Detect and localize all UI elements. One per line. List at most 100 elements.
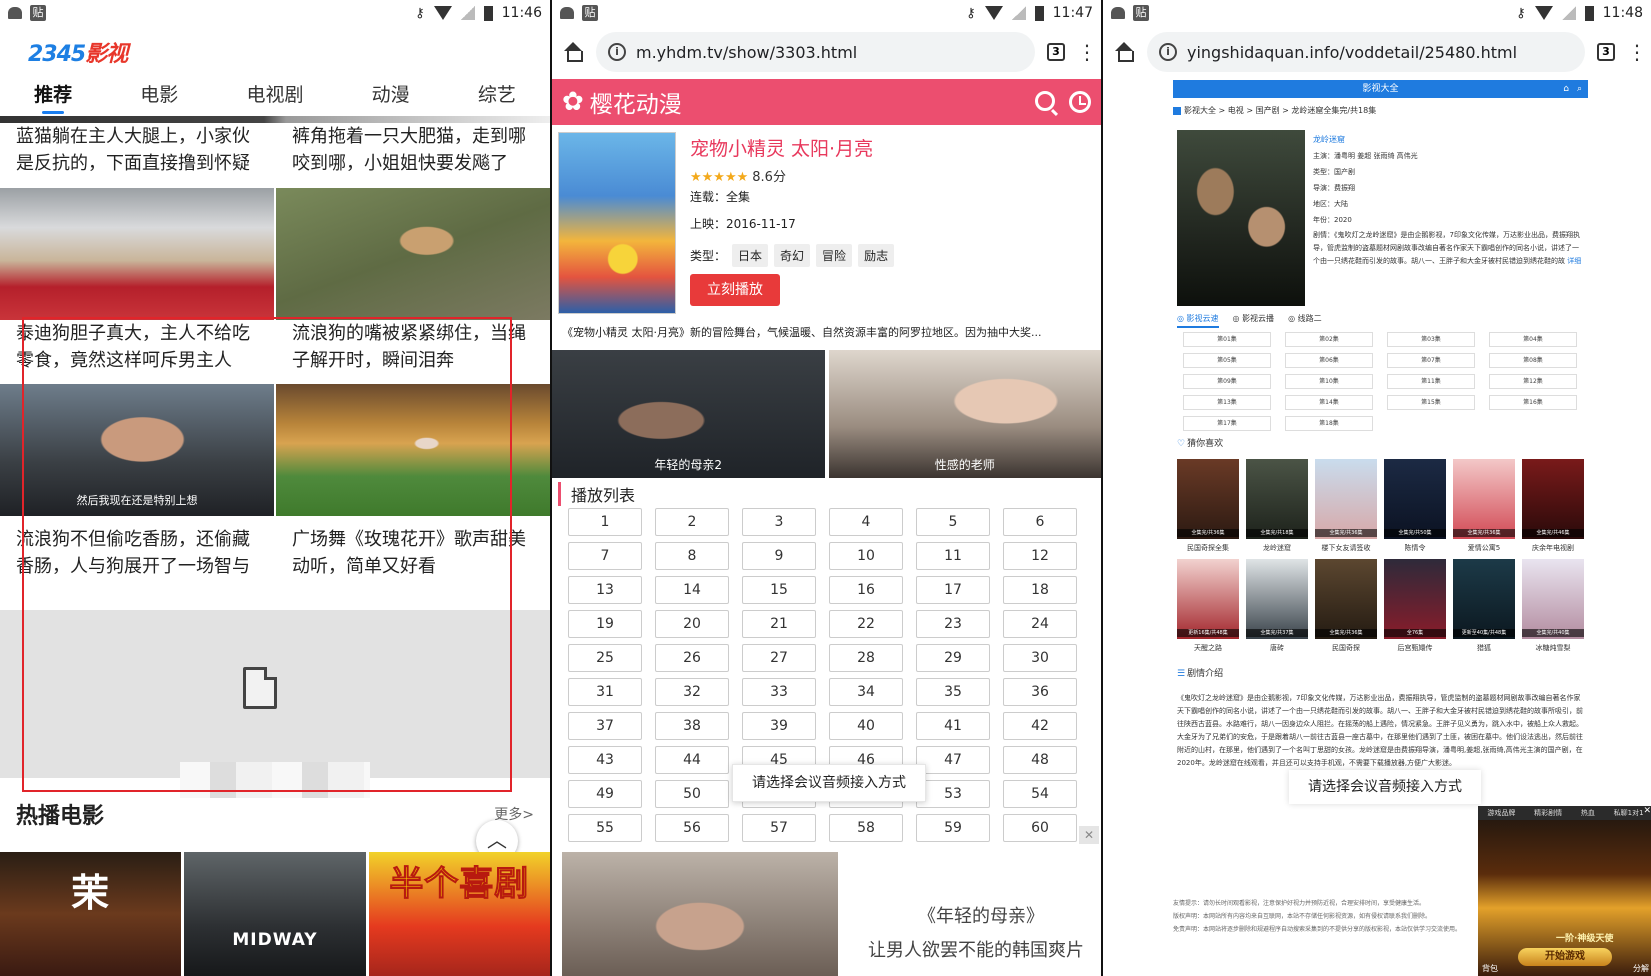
ad-banner[interactable]: 年轻的母亲2: [552, 350, 825, 478]
home-icon[interactable]: ⌂: [1563, 80, 1569, 98]
episode-button[interactable]: 56: [655, 814, 729, 842]
episode-button[interactable]: 21: [742, 610, 816, 638]
recommendation-item[interactable]: 更新至40集/共48集 猎狐: [1453, 559, 1515, 653]
tab-recommend[interactable]: 推荐: [26, 80, 80, 114]
episode-button[interactable]: 37: [568, 712, 642, 740]
episode-button[interactable]: 第01集: [1183, 332, 1271, 347]
recommendation-item[interactable]: 全集完/共36集 民国奇探全集: [1177, 459, 1239, 553]
episode-button[interactable]: 第14集: [1285, 395, 1373, 410]
tab-switcher-button[interactable]: 3: [1047, 43, 1065, 61]
source-tab[interactable]: ◎ 影视云播: [1233, 313, 1275, 328]
genre-tag[interactable]: 日本: [732, 244, 769, 267]
movie-poster[interactable]: 半个喜剧: [368, 852, 550, 976]
feed-item[interactable]: 裤角拖着一只大肥猫，走到哪咬到哪，小姐姐快要发飚了: [276, 123, 550, 181]
source-tab[interactable]: ◎ 影视云速: [1177, 313, 1219, 328]
episode-button[interactable]: 23: [916, 610, 990, 638]
episode-button[interactable]: 30: [1003, 644, 1077, 672]
tab-switcher-button[interactable]: 3: [1597, 43, 1615, 61]
episode-button[interactable]: 12: [1003, 542, 1077, 570]
recommendation-item[interactable]: 全集完/共36集 楼下女友请签收: [1315, 459, 1377, 553]
genre-tag[interactable]: 冒险: [816, 244, 853, 267]
episode-button[interactable]: 50: [655, 780, 729, 808]
app-logo[interactable]: 2345影视: [28, 36, 128, 68]
site-title[interactable]: 影视大全: [1362, 84, 1398, 94]
episode-button[interactable]: 60: [1003, 814, 1077, 842]
breadcrumb-text[interactable]: 影视大全 > 电视 > 国产剧 > 龙岭迷窟全集完/共18集: [1184, 106, 1376, 115]
episode-button[interactable]: 31: [568, 678, 642, 706]
overflow-menu-icon[interactable]: ⋮: [1627, 42, 1647, 62]
detail-link[interactable]: 详细: [1567, 257, 1581, 265]
episode-button[interactable]: 34: [829, 678, 903, 706]
recommendation-item[interactable]: 全集完/共18集 龙岭迷窟: [1246, 459, 1308, 553]
tab-movies[interactable]: 电影: [132, 80, 186, 107]
episode-button[interactable]: 5: [916, 508, 990, 536]
episode-button[interactable]: 第07集: [1387, 353, 1475, 368]
recommendation-item[interactable]: 全集完/共36集 民国奇探: [1315, 559, 1377, 653]
episode-button[interactable]: 15: [742, 576, 816, 604]
episode-button[interactable]: 第02集: [1285, 332, 1373, 347]
ad-banner[interactable]: 性感的老师: [828, 350, 1101, 478]
recommendation-item[interactable]: 全76集 后宫甄嬛传: [1384, 559, 1446, 653]
close-icon[interactable]: ✕: [1643, 806, 1651, 816]
episode-button[interactable]: 14: [655, 576, 729, 604]
episode-button[interactable]: 22: [829, 610, 903, 638]
episode-button[interactable]: 16: [829, 576, 903, 604]
episode-button[interactable]: 58: [829, 814, 903, 842]
episode-button[interactable]: 第09集: [1183, 374, 1271, 389]
info-icon[interactable]: i: [608, 43, 626, 61]
start-game-button[interactable]: 开始游戏: [1518, 948, 1612, 966]
episode-button[interactable]: 第06集: [1285, 353, 1373, 368]
episode-button[interactable]: 19: [568, 610, 642, 638]
tab-anime[interactable]: 动漫: [364, 80, 418, 107]
episode-button[interactable]: 49: [568, 780, 642, 808]
episode-button[interactable]: 第03集: [1387, 332, 1475, 347]
episode-button[interactable]: 3: [742, 508, 816, 536]
source-tab[interactable]: ◎ 线路二: [1288, 313, 1322, 328]
episode-button[interactable]: 第04集: [1489, 332, 1577, 347]
episode-button[interactable]: 35: [916, 678, 990, 706]
episode-button[interactable]: 第16集: [1489, 395, 1577, 410]
overflow-menu-icon[interactable]: ⋮: [1077, 42, 1097, 62]
recommendation-item[interactable]: 全集完/共40集 冰糖炖雪梨: [1522, 559, 1584, 653]
episode-button[interactable]: 32: [655, 678, 729, 706]
address-bar[interactable]: i m.yhdm.tv/show/3303.html: [596, 32, 1035, 72]
feed-thumbnail[interactable]: [0, 188, 274, 320]
address-bar[interactable]: i yingshidaquan.info/voddetail/25480.htm…: [1147, 32, 1585, 72]
episode-button[interactable]: 6: [1003, 508, 1077, 536]
episode-button[interactable]: 26: [655, 644, 729, 672]
episode-button[interactable]: 43: [568, 746, 642, 774]
episode-button[interactable]: 40: [829, 712, 903, 740]
tab-tv-series[interactable]: 电视剧: [238, 80, 311, 107]
play-now-button[interactable]: 立刻播放: [690, 274, 780, 306]
episode-button[interactable]: 2: [655, 508, 729, 536]
episode-button[interactable]: 11: [916, 542, 990, 570]
game-ad-tab[interactable]: 热血: [1581, 806, 1595, 820]
episode-button[interactable]: 33: [742, 678, 816, 706]
episode-button[interactable]: 38: [655, 712, 729, 740]
close-ad-icon[interactable]: ✕: [1079, 826, 1099, 844]
episode-button[interactable]: 28: [829, 644, 903, 672]
episode-button[interactable]: 18: [1003, 576, 1077, 604]
episode-button[interactable]: 4: [829, 508, 903, 536]
site-brand[interactable]: 樱花动漫: [590, 85, 682, 119]
home-icon[interactable]: [1113, 41, 1135, 63]
episode-button[interactable]: 第15集: [1387, 395, 1475, 410]
episode-button[interactable]: 25: [568, 644, 642, 672]
episode-button[interactable]: 第18集: [1285, 416, 1373, 431]
history-icon[interactable]: [1069, 91, 1091, 113]
game-ad-tab[interactable]: 私聊1对1: [1614, 806, 1644, 820]
home-icon[interactable]: [562, 41, 584, 63]
game-ad-tab[interactable]: 游戏品牌: [1487, 806, 1515, 820]
episode-button[interactable]: 13: [568, 576, 642, 604]
episode-button[interactable]: 第05集: [1183, 353, 1271, 368]
search-icon[interactable]: [1035, 91, 1055, 111]
recommendation-item[interactable]: 更新16集/共48集 天醒之路: [1177, 559, 1239, 653]
info-icon[interactable]: i: [1159, 43, 1177, 61]
episode-button[interactable]: 53: [916, 780, 990, 808]
feed-item[interactable]: 蓝猫躺在主人大腿上，小家伙是反抗的，下面直接撸到怀疑: [0, 123, 274, 181]
movie-poster[interactable]: 茉: [0, 852, 182, 976]
episode-button[interactable]: 48: [1003, 746, 1077, 774]
episode-button[interactable]: 9: [742, 542, 816, 570]
episode-button[interactable]: 10: [829, 542, 903, 570]
episode-button[interactable]: 1: [568, 508, 642, 536]
